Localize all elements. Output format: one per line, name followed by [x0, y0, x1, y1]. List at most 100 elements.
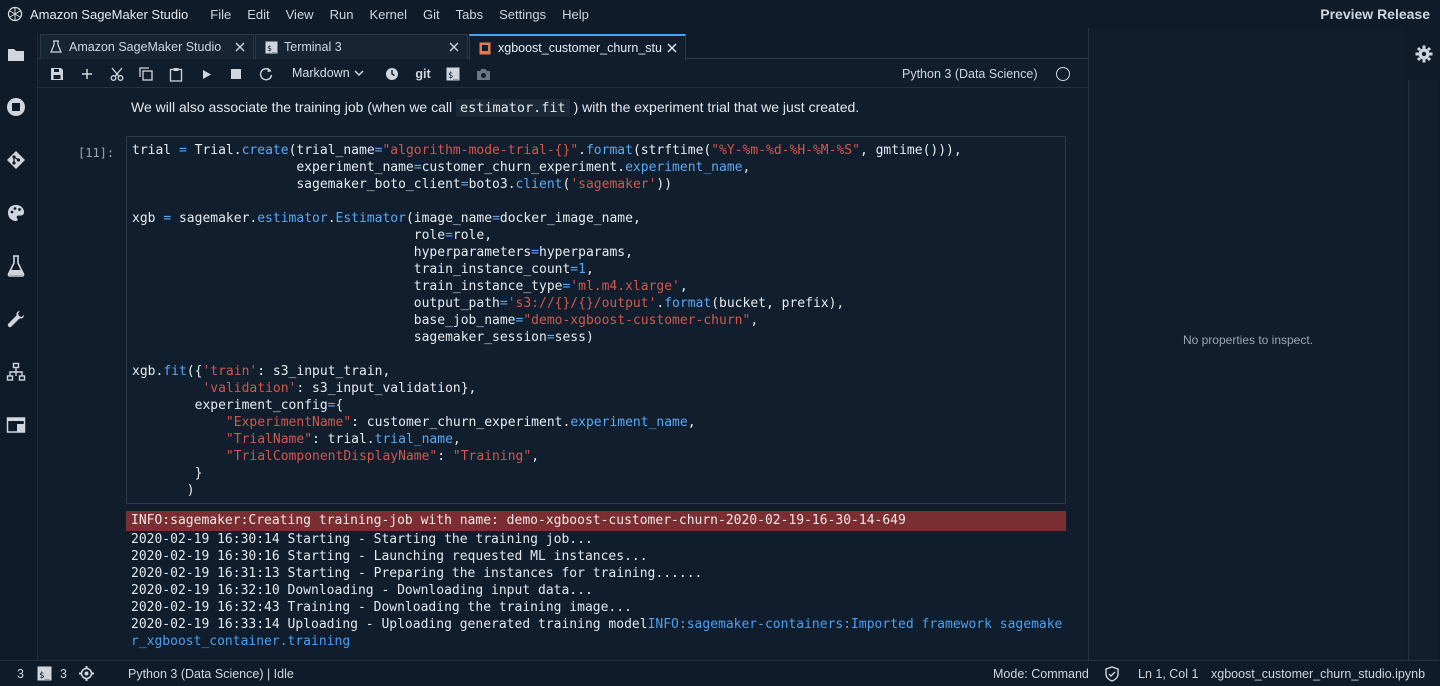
flask-icon[interactable] [4, 254, 28, 278]
output-upload-text: 2020-02-19 16:33:14 Uploading - Uploadin… [131, 617, 648, 632]
code-line: 'validation': s3_input_validation}, [202, 381, 477, 396]
terminal-icon: $_ [264, 40, 278, 54]
close-icon[interactable] [665, 41, 679, 55]
inspector-message: No properties to inspect. [1182, 333, 1314, 347]
close-icon[interactable] [447, 40, 461, 54]
menu-tabs[interactable]: Tabs [448, 0, 491, 28]
palette-icon[interactable] [4, 201, 28, 225]
output-line: r_xgboost_container.training [131, 634, 351, 649]
right-sidebar [1406, 28, 1440, 660]
code-line: experiment_config={ [132, 398, 344, 413]
menu-kernel[interactable]: Kernel [361, 0, 415, 28]
git-icon[interactable] [4, 148, 28, 172]
close-icon[interactable] [233, 40, 247, 54]
kernel-gear-icon[interactable] [79, 666, 94, 684]
tab-notebook[interactable]: xgboost_customer_churn_stu [469, 34, 686, 60]
code-line: train_instance_type='ml.m4.xlarge', [132, 279, 688, 294]
paste-icon[interactable] [167, 65, 185, 83]
right-sidebar-panel [1408, 80, 1438, 660]
markdown-cell[interactable]: We will also associate the training job … [131, 99, 860, 117]
code-line: "ExperimentName": customer_churn_experim… [225, 415, 696, 430]
notebook-icon [478, 41, 492, 55]
save-icon[interactable] [48, 65, 66, 83]
kernel-status-text[interactable]: Python 3 (Data Science) | Idle [128, 667, 294, 681]
menu-help[interactable]: Help [554, 0, 597, 28]
camera-icon[interactable] [474, 65, 492, 83]
output-line: 2020-02-19 16:30:14 Starting - Starting … [131, 532, 593, 547]
tab-bar: Amazon SageMaker Studio $_ Terminal 3 xg… [38, 33, 1088, 60]
stop-circle-icon[interactable] [4, 95, 28, 119]
gear-icon[interactable] [1414, 44, 1434, 64]
kernel-name[interactable]: Python 3 (Data Science) [902, 67, 1038, 81]
svg-text:$_: $_ [267, 44, 277, 53]
code-line: role=role, [132, 228, 493, 243]
code-line: experiment_name=customer_churn_experimen… [132, 160, 751, 175]
menu-file[interactable]: File [202, 0, 239, 28]
wrench-icon[interactable] [4, 307, 28, 331]
sagemaker-logo-icon [0, 0, 30, 28]
terminal-icon[interactable]: $_ [37, 666, 52, 684]
kernel-status-icon [1056, 67, 1070, 81]
main-area: Amazon SageMaker Studio $_ Terminal 3 xg… [37, 33, 1088, 660]
tab-label: Terminal 3 [284, 40, 342, 54]
property-inspector: No properties to inspect. [1088, 28, 1406, 660]
code-line: output_path='s3://{}/{}/output'.format(b… [132, 296, 845, 311]
file-name: xgboost_customer_churn_studio.ipynb [1211, 667, 1426, 681]
tab-terminal-3[interactable]: $_ Terminal 3 [255, 34, 468, 59]
menu-git[interactable]: Git [415, 0, 448, 28]
folder-icon[interactable] [4, 42, 28, 66]
cursor-position[interactable]: Ln 1, Col 1 [1138, 667, 1198, 681]
terminal-icon[interactable]: $_ [444, 65, 462, 83]
hierarchy-icon[interactable] [4, 360, 28, 384]
code-line: "TrialComponentDisplayName": "Training", [225, 449, 540, 464]
output-line: 2020-02-19 16:31:13 Starting - Preparing… [131, 566, 703, 581]
cell-output: INFO:sagemaker:Creating training-job wit… [126, 511, 1066, 660]
notebook-body: We will also associate the training job … [38, 89, 1088, 660]
copy-icon[interactable] [137, 65, 155, 83]
code-line: base_job_name="demo-xgboost-customer-chu… [132, 313, 759, 328]
svg-text:$_: $_ [448, 71, 459, 81]
output-line: 2020-02-19 16:30:16 Starting - Launching… [131, 549, 648, 564]
markdown-text-after: ) with the experiment trial that we just… [573, 99, 860, 115]
svg-text:$_: $_ [39, 671, 50, 681]
notebook-toolbar: Markdown git $_ Python 3 (Data Science) [38, 60, 1088, 88]
code-line: sagemaker_session=sess) [132, 330, 594, 345]
restart-icon[interactable] [257, 65, 275, 83]
output-info-text: INFO:sagemaker-containers:Imported frame… [647, 617, 1063, 632]
mode-indicator: Mode: Command [993, 667, 1089, 681]
menu-settings[interactable]: Settings [491, 0, 554, 28]
tab-label: Amazon SageMaker Studio [69, 40, 222, 54]
output-line: 2020-02-19 16:32:43 Training - Downloadi… [131, 600, 632, 615]
code-cell[interactable]: trial = Trial.create(trial_name="algorit… [126, 136, 1066, 504]
code-line: train_instance_count=1, [132, 262, 594, 277]
menu-view[interactable]: View [278, 0, 322, 28]
markdown-text-before: We will also associate the training job … [131, 99, 453, 115]
status-bar: 3 $_ 3 Python 3 (Data Science) | Idle Mo… [0, 660, 1440, 686]
window-icon[interactable] [4, 413, 28, 437]
cell-type-value: Markdown [292, 66, 350, 80]
code-line: hyperparameters=hyperparams, [132, 245, 633, 260]
git-button[interactable]: git [412, 65, 434, 83]
menu-run[interactable]: Run [322, 0, 362, 28]
clock-icon[interactable] [383, 65, 401, 83]
output-line: 2020-02-19 16:32:10 Downloading - Downlo… [131, 583, 593, 598]
shield-icon[interactable] [1104, 666, 1120, 685]
preview-release-label: Preview Release [1320, 6, 1430, 22]
stop-icon[interactable] [227, 65, 245, 83]
tab-label: xgboost_customer_churn_stu [498, 41, 662, 55]
code-editor[interactable]: trial = Trial.create(trial_name="algorit… [132, 142, 962, 499]
code-line: ) [132, 483, 195, 498]
cut-icon[interactable] [108, 65, 126, 83]
markdown-inline-code: estimator.fit [456, 99, 570, 117]
menu-edit[interactable]: Edit [239, 0, 277, 28]
output-line: 2020-02-19 16:33:14 Uploading - Uploadin… [126, 616, 1066, 633]
code-line: sagemaker_boto_client=boto3.client('sage… [132, 177, 673, 192]
run-icon[interactable] [198, 65, 216, 83]
status-count[interactable]: 3 [60, 667, 67, 681]
add-cell-icon[interactable] [78, 65, 96, 83]
status-count[interactable]: 3 [17, 667, 24, 681]
tab-sagemaker-studio[interactable]: Amazon SageMaker Studio [40, 34, 254, 59]
cell-type-dropdown[interactable]: Markdown [292, 66, 364, 80]
